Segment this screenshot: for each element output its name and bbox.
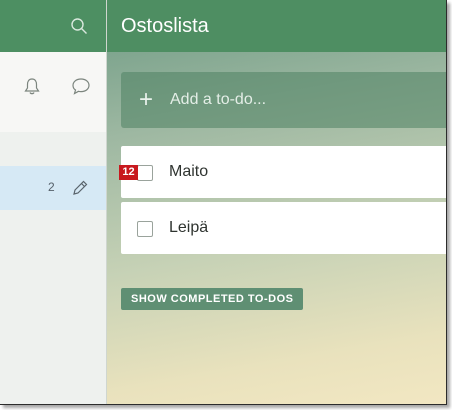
sidebar-toolbar xyxy=(0,52,106,132)
todo-item[interactable]: Leipä xyxy=(121,202,446,254)
list-header: Ostoslista xyxy=(107,0,446,52)
sidebar-item-ostoslista[interactable]: 2 xyxy=(0,166,106,210)
app-window: 2 Ostoslista + Add a to-do... Maito 12 L… xyxy=(0,0,447,405)
todo-label: Maito xyxy=(169,163,209,180)
todo-checkbox[interactable] xyxy=(137,221,153,237)
bell-icon[interactable] xyxy=(22,76,42,96)
add-todo-placeholder: Add a to-do... xyxy=(170,91,267,108)
page-title: Ostoslista xyxy=(121,15,209,37)
sidebar: 2 xyxy=(0,0,106,404)
comment-icon[interactable] xyxy=(70,76,92,96)
add-todo-input[interactable]: + Add a to-do... xyxy=(121,72,446,128)
todo-item[interactable]: Maito xyxy=(121,146,446,198)
show-completed-button[interactable]: SHOW COMPLETED TO-DOS xyxy=(121,288,304,310)
list-count: 2 xyxy=(48,180,55,194)
todo-checkbox[interactable] xyxy=(137,165,153,181)
plus-icon: + xyxy=(139,86,154,113)
annotation-badge: 12 xyxy=(119,165,138,180)
main-panel: Ostoslista + Add a to-do... Maito 12 Lei… xyxy=(107,0,446,404)
todo-label: Leipä xyxy=(169,219,209,236)
search-icon[interactable] xyxy=(70,17,88,35)
pencil-icon[interactable] xyxy=(70,178,90,198)
sidebar-header xyxy=(0,0,106,52)
